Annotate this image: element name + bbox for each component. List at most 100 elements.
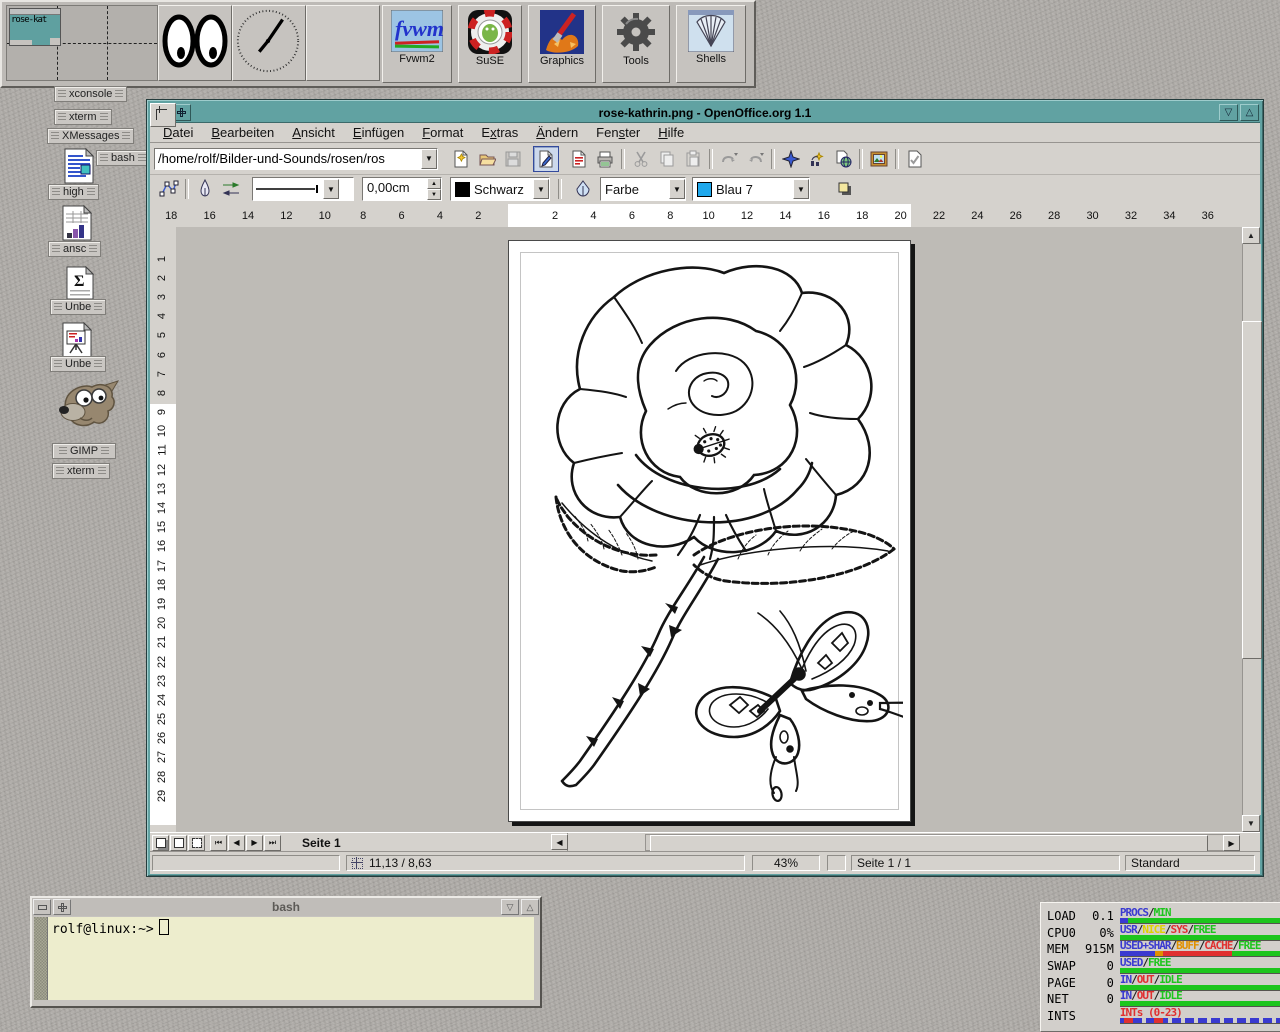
status-zoom-cell[interactable]: 43% (752, 855, 820, 871)
desktop-icon-xconsole[interactable]: xconsole (54, 86, 127, 102)
window-titlebar[interactable]: rose-kathrin.png - OpenOffice.org 1.1 ▽ … (150, 103, 1260, 123)
desktop-icon-xterm2[interactable]: xterm (52, 463, 110, 479)
data-sources-icon[interactable] (903, 147, 927, 171)
arrow-ends-icon[interactable] (219, 177, 243, 201)
desktop-icon-xterm[interactable]: xterm (54, 109, 112, 125)
menu-item[interactable]: Ändern (527, 123, 587, 142)
edit-file-icon[interactable] (533, 146, 559, 172)
spin-up-icon[interactable]: ▲ (427, 178, 441, 189)
line-color-dropdown-icon[interactable]: ▼ (533, 179, 549, 199)
shade-up-icon[interactable]: △ (521, 899, 539, 915)
paste-icon[interactable] (681, 147, 705, 171)
desktop-icon-writer-doc[interactable] (64, 148, 94, 184)
terminal-scrollbar[interactable] (34, 917, 48, 1000)
maximize-icon[interactable] (53, 899, 71, 915)
scroll-right-icon[interactable]: ▶ (1223, 835, 1240, 851)
taskbar-button-tools[interactable]: Tools (602, 5, 670, 83)
taskbar-button-fvwm2[interactable]: fvwm Fvwm2 (382, 5, 452, 83)
shade-down-icon[interactable]: ▽ (501, 899, 519, 915)
minimize-icon[interactable] (33, 899, 51, 915)
svg-text:fvwm: fvwm (395, 16, 443, 41)
fill-type-select[interactable]: Farbe ▼ (600, 177, 686, 201)
print-icon[interactable] (593, 147, 617, 171)
line-color-select[interactable]: Schwarz ▼ (450, 177, 550, 201)
desktop-icon-impress-doc[interactable] (62, 322, 92, 358)
desktop-icon-high[interactable]: high (48, 184, 99, 200)
pager-mini-window[interactable]: rose-kat (9, 8, 61, 46)
hyperlink-globe-icon[interactable] (831, 147, 855, 171)
menu-item[interactable]: Ansicht (283, 123, 344, 142)
line-style-dropdown-icon[interactable]: ▼ (323, 179, 339, 199)
bash-terminal-window[interactable]: bash ▽ △ rolf@linux:~> (30, 896, 542, 1008)
undo-icon[interactable] (717, 147, 741, 171)
scrollbar-thumb[interactable] (650, 835, 1208, 852)
prev-page-icon[interactable]: ◀ (228, 835, 245, 851)
meter-label: NET (1047, 992, 1084, 1006)
taskbar-button-shells[interactable]: Shells (676, 5, 746, 83)
shade-down-icon[interactable]: ▽ (1219, 104, 1238, 121)
url-dropdown-icon[interactable]: ▼ (421, 149, 437, 169)
menu-item[interactable]: Bearbeiten (202, 123, 283, 142)
desktop-icon-bash[interactable]: bash (96, 150, 150, 166)
scroll-down-icon[interactable]: ▼ (1242, 815, 1260, 832)
zoom-icon[interactable] (805, 147, 829, 171)
tab-scroll-left-icon[interactable]: ◀ (551, 834, 568, 850)
desktop-icon-gimp[interactable] (56, 378, 120, 432)
view-mode-icon[interactable] (152, 835, 169, 851)
menu-item[interactable]: Fenster (587, 123, 649, 142)
menu-item[interactable]: Einfügen (344, 123, 413, 142)
new-document-icon[interactable] (449, 147, 473, 171)
tab-seite-1[interactable]: Seite 1 (286, 833, 357, 852)
terminal-titlebar[interactable]: bash ▽ △ (32, 898, 540, 916)
layer-view-icon[interactable] (188, 835, 205, 851)
document-canvas[interactable] (176, 227, 1242, 832)
edit-points-icon[interactable] (157, 177, 181, 201)
meter-value: 915M (1084, 942, 1114, 956)
desktop-icon-xmessages[interactable]: XMessages (47, 128, 134, 144)
shadow-icon[interactable] (833, 177, 857, 201)
menu-item[interactable]: Hilfe (649, 123, 693, 142)
horizontal-scrollbar[interactable]: ▶ (645, 834, 1240, 851)
fill-color-select[interactable]: Blau 7 ▼ (692, 177, 810, 201)
first-page-icon[interactable]: ⏮ (210, 835, 227, 851)
navigator-icon[interactable] (779, 147, 803, 171)
line-width-spinner[interactable]: 0,00cm ▲▼ (362, 177, 442, 201)
line-width-value[interactable]: 0,00cm (363, 178, 427, 200)
open-icon[interactable] (475, 147, 499, 171)
pen-icon[interactable] (193, 177, 217, 201)
desktop-icon-ansc[interactable]: ansc (48, 241, 101, 257)
shade-up-icon[interactable]: △ (1240, 104, 1259, 121)
desktop-icon-unbenannt2[interactable]: Unbe (50, 356, 106, 372)
legend-field: OUT (1137, 975, 1154, 984)
desktop-icon-math-doc[interactable]: Σ (66, 266, 94, 300)
vertical-scrollbar[interactable]: ▲ ▼ (1242, 227, 1260, 832)
terminal-body[interactable]: rolf@linux:~> (34, 917, 534, 1000)
scrollbar-thumb[interactable] (1242, 321, 1262, 659)
fill-color-dropdown-icon[interactable]: ▼ (793, 179, 809, 199)
taskbar-button-suse[interactable]: SuSE (458, 5, 522, 83)
desktop-icon-calc-doc[interactable] (62, 205, 92, 241)
master-view-icon[interactable] (170, 835, 187, 851)
desktop-icon-unbenannt1[interactable]: Unbe (50, 299, 106, 315)
line-style-select[interactable]: ▼ (252, 177, 354, 201)
menu-item[interactable]: Extras (472, 123, 527, 142)
scroll-up-icon[interactable]: ▲ (1242, 227, 1260, 244)
area-style-icon[interactable] (571, 177, 595, 201)
cut-icon[interactable] (629, 147, 653, 171)
meter-label: MEM (1047, 942, 1084, 956)
copy-icon[interactable] (655, 147, 679, 171)
spin-down-icon[interactable]: ▼ (427, 189, 441, 200)
last-page-icon[interactable]: ⏭ (264, 835, 281, 851)
url-input[interactable] (155, 149, 421, 169)
desktop-icon-gimp-label[interactable]: GIMP (52, 443, 116, 459)
menu-item[interactable]: Format (413, 123, 472, 142)
fill-type-dropdown-icon[interactable]: ▼ (669, 179, 685, 199)
gallery-icon[interactable] (867, 147, 891, 171)
save-icon[interactable] (501, 147, 525, 171)
drawing-page[interactable] (508, 240, 911, 822)
desktop-pager[interactable]: rose-kat (6, 5, 158, 81)
redo-icon[interactable] (743, 147, 767, 171)
taskbar-button-graphics[interactable]: Graphics (528, 5, 596, 83)
export-pdf-icon[interactable] (567, 147, 591, 171)
next-page-icon[interactable]: ▶ (246, 835, 263, 851)
